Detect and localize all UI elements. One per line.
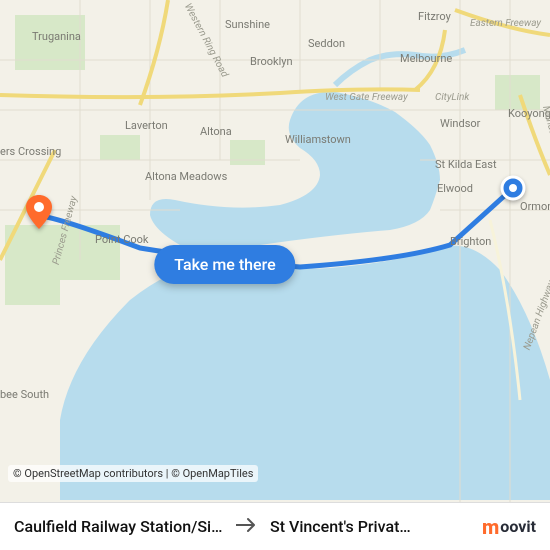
- route-footer: Caulfield Railway Station/Sir J… St Vinc…: [0, 502, 550, 550]
- from-location-label: Caulfield Railway Station/Sir J…: [14, 517, 224, 536]
- end-pin[interactable]: [26, 195, 52, 229]
- start-pin[interactable]: [500, 175, 526, 209]
- take-me-there-button[interactable]: Take me there: [154, 245, 295, 284]
- map-container[interactable]: TruganinaSunshineSeddonFitzroyBrooklynMe…: [0, 0, 550, 550]
- logo-text: oovit: [500, 517, 536, 536]
- map-attribution: © OpenStreetMap contributors | © OpenMap…: [8, 465, 258, 482]
- moovit-logo: moovit: [482, 515, 536, 539]
- to-location-label: St Vincent's Privat…: [270, 517, 411, 536]
- logo-mark-icon: m: [482, 515, 498, 539]
- arrow-right-icon: [236, 517, 258, 537]
